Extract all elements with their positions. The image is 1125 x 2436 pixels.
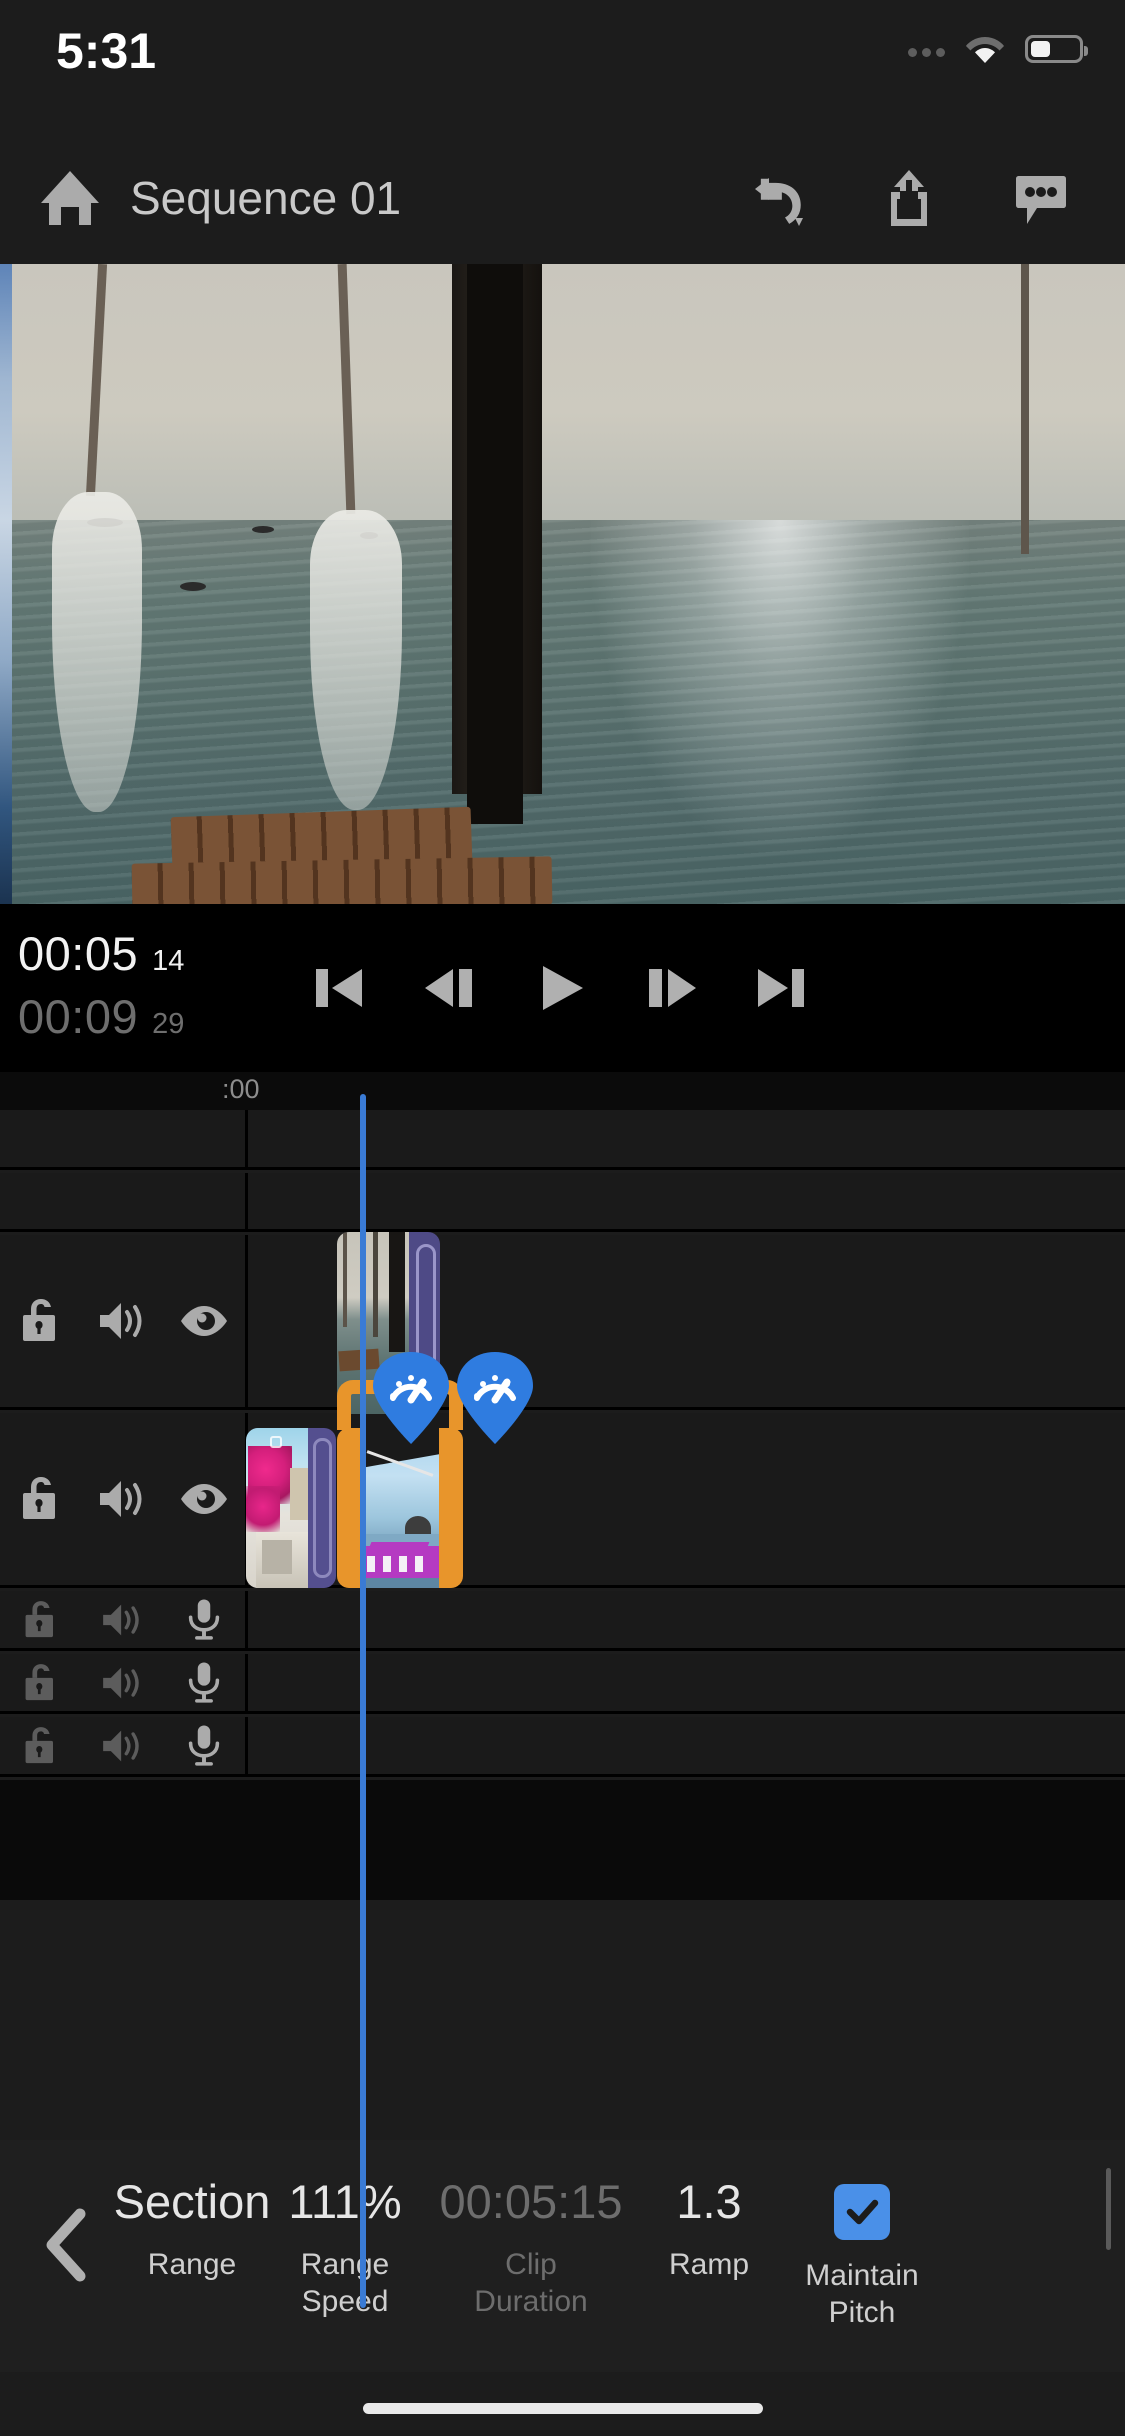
total-frames: 29 bbox=[152, 1008, 185, 1040]
status-bar: 5:31 bbox=[0, 0, 1125, 132]
track-header bbox=[0, 1110, 248, 1167]
clip-duration-control: 00:05:15 Clip Duration bbox=[416, 2140, 646, 2320]
home-indicator[interactable] bbox=[362, 2403, 763, 2414]
bottom-bar-items: Section Range 111% Range Speed 00:05:15 … bbox=[110, 2140, 1125, 2372]
range-speed-control[interactable]: 111% Range Speed bbox=[274, 2140, 416, 2320]
share-icon[interactable] bbox=[873, 162, 945, 234]
total-timecode: 00:09 bbox=[18, 990, 139, 1043]
playhead[interactable] bbox=[360, 1094, 366, 2308]
timeline-track-audio-1[interactable] bbox=[0, 1591, 1125, 1651]
eye-icon[interactable] bbox=[167, 1462, 241, 1536]
range-speed-label: Range Speed bbox=[300, 2248, 390, 2318]
timeline-track-audio-2[interactable] bbox=[0, 1654, 1125, 1714]
track-header bbox=[0, 1235, 248, 1407]
preview-frame-image bbox=[12, 264, 1125, 904]
battery-icon bbox=[1025, 35, 1088, 63]
timeline-track-empty-2[interactable] bbox=[0, 1173, 1125, 1232]
skip-to-start-button[interactable] bbox=[300, 949, 378, 1027]
track-header bbox=[0, 1654, 248, 1711]
maintain-pitch-label: Maintain Pitch bbox=[805, 2259, 919, 2329]
play-button[interactable] bbox=[521, 949, 599, 1027]
range-label: Range bbox=[147, 2248, 237, 2281]
microphone-icon[interactable] bbox=[167, 1709, 241, 1783]
range-control[interactable]: Section Range bbox=[110, 2140, 274, 2284]
timeline-track-video-1[interactable] bbox=[0, 1235, 1125, 1410]
timeline-empty-area bbox=[0, 1780, 1125, 1900]
preview-edge-strip bbox=[0, 264, 12, 904]
timeline-track-audio-3[interactable] bbox=[0, 1717, 1125, 1777]
eye-icon[interactable] bbox=[167, 1284, 241, 1358]
track-body[interactable] bbox=[251, 1654, 1125, 1711]
ruler-tick-label: :00 bbox=[222, 1074, 260, 1104]
track-header bbox=[0, 1717, 248, 1774]
nav-actions bbox=[743, 162, 1075, 234]
wifi-icon bbox=[965, 33, 1005, 65]
step-back-button[interactable] bbox=[411, 949, 489, 1027]
timeline-ruler[interactable]: :00 bbox=[0, 1072, 1125, 1110]
home-icon[interactable] bbox=[26, 154, 114, 242]
timeline-clip-street[interactable] bbox=[246, 1428, 336, 1588]
timeline-track-video-2[interactable] bbox=[0, 1413, 1125, 1588]
clip-duration-label: Clip Duration bbox=[474, 2248, 588, 2318]
track-header bbox=[0, 1413, 248, 1585]
cellular-dots-icon bbox=[908, 41, 945, 57]
speaker-icon[interactable] bbox=[85, 1284, 159, 1358]
speaker-icon[interactable] bbox=[85, 1462, 159, 1536]
speed-markers[interactable] bbox=[361, 1348, 545, 1448]
current-timecode: 00:05 bbox=[18, 927, 139, 980]
timeline-tracks bbox=[0, 1110, 1125, 2300]
track-body[interactable] bbox=[251, 1173, 1125, 1229]
maintain-pitch-control[interactable]: Maintain Pitch bbox=[772, 2140, 952, 2331]
comment-icon[interactable] bbox=[1003, 162, 1075, 234]
page-title: Sequence 01 bbox=[130, 172, 402, 224]
clip-duration-value: 00:05:15 bbox=[439, 2175, 623, 2228]
timecode-display[interactable]: 00:05 14 00:09 29 bbox=[18, 926, 184, 1044]
timeline-clip-boat[interactable] bbox=[337, 1428, 463, 1588]
step-forward-button[interactable] bbox=[632, 949, 710, 1027]
track-body[interactable] bbox=[251, 1110, 1125, 1167]
status-time: 5:31 bbox=[56, 23, 157, 79]
chevron-left-icon[interactable] bbox=[24, 2202, 110, 2288]
ramp-value: 1.3 bbox=[676, 2175, 742, 2228]
unlock-icon[interactable] bbox=[4, 1709, 78, 1783]
undo-icon[interactable] bbox=[743, 162, 815, 234]
skip-to-end-button[interactable] bbox=[742, 949, 820, 1027]
speaker-icon[interactable] bbox=[85, 1709, 159, 1783]
unlock-icon[interactable] bbox=[4, 1284, 78, 1358]
ramp-label: Ramp bbox=[668, 2248, 750, 2281]
ramp-control[interactable]: 1.3 Ramp bbox=[646, 2140, 772, 2284]
status-indicators bbox=[908, 24, 1088, 74]
track-body[interactable] bbox=[251, 1591, 1125, 1648]
maintain-pitch-checkbox[interactable] bbox=[834, 2184, 890, 2240]
transport-controls: 00:05 14 00:09 29 bbox=[0, 904, 1125, 1072]
timeline-track-empty-1[interactable] bbox=[0, 1110, 1125, 1170]
video-preview[interactable] bbox=[0, 264, 1125, 904]
speed-marker-icon[interactable] bbox=[445, 1348, 545, 1448]
track-body[interactable] bbox=[251, 1717, 1125, 1774]
nav-bar: Sequence 01 bbox=[0, 132, 1125, 264]
current-frames: 14 bbox=[152, 945, 185, 977]
unlock-icon[interactable] bbox=[4, 1462, 78, 1536]
track-header bbox=[0, 1173, 248, 1229]
track-header bbox=[0, 1591, 248, 1648]
premiere-rush-editor-screen: 5:31 Sequence 01 00:05 14 00:09 29:00 S… bbox=[0, 0, 1125, 2436]
range-value: Section bbox=[113, 2175, 271, 2228]
bottom-bar-scroll-indicator[interactable] bbox=[1106, 2168, 1111, 2250]
range-speed-value: 111% bbox=[288, 2175, 402, 2228]
bottom-bar: Section Range 111% Range Speed 00:05:15 … bbox=[0, 2140, 1125, 2372]
playback-buttons bbox=[300, 904, 820, 1072]
